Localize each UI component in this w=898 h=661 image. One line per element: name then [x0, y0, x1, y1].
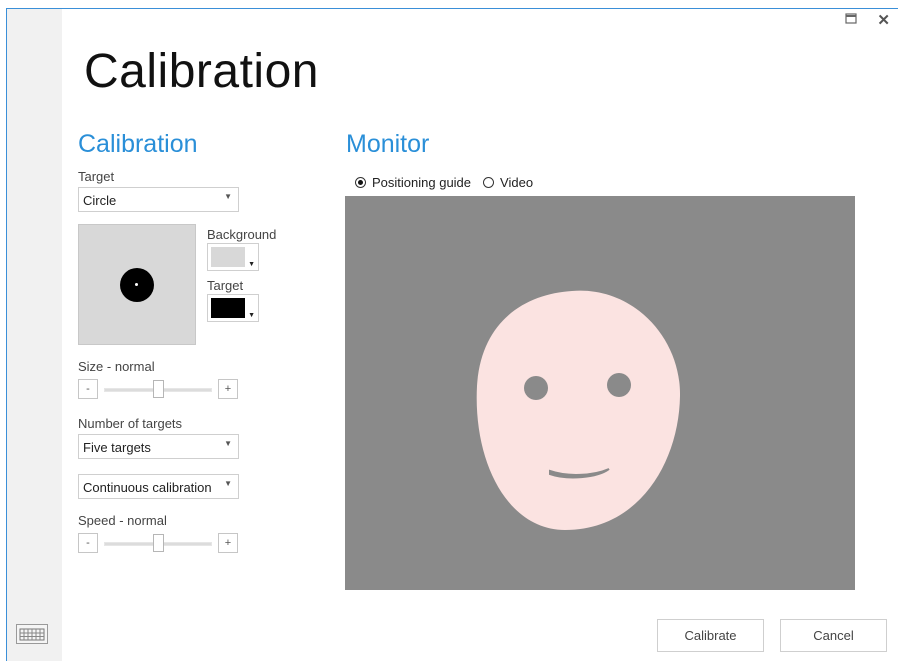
- background-label: Background: [207, 227, 277, 242]
- speed-slider-thumb[interactable]: [152, 534, 164, 552]
- chevron-down-icon: ▼: [248, 312, 255, 319]
- calibration-mode-dropdown[interactable]: Continuous calibration ▼: [78, 474, 239, 499]
- background-color-picker[interactable]: ▼: [207, 243, 259, 271]
- radio-positioning-guide-label: Positioning guide: [372, 175, 472, 190]
- positioning-guide-face: [476, 290, 681, 530]
- radio-video[interactable]: Video: [483, 175, 533, 190]
- target-dropdown-value: Circle: [83, 193, 117, 208]
- right-eye: [607, 373, 631, 397]
- target-preview: [78, 224, 196, 345]
- background-swatch: [211, 247, 245, 267]
- target-label: Target: [78, 169, 115, 184]
- speed-slider[interactable]: - +: [78, 533, 238, 553]
- target-swatch: [211, 298, 245, 318]
- cancel-button[interactable]: Cancel: [780, 619, 887, 652]
- radio-positioning-guide[interactable]: Positioning guide: [355, 175, 471, 190]
- radio-unselected-icon: [483, 177, 495, 188]
- left-eye: [524, 376, 548, 400]
- maximize-icon[interactable]: [845, 12, 858, 30]
- size-slider-thumb[interactable]: [152, 380, 164, 398]
- target-circle: [120, 268, 154, 302]
- calibrate-button[interactable]: Calibrate: [657, 619, 764, 652]
- speed-increase-button[interactable]: +: [218, 533, 238, 553]
- chevron-down-icon: ▼: [224, 439, 232, 448]
- window-controls: ✕: [845, 12, 890, 30]
- radio-video-label: Video: [500, 175, 534, 190]
- number-of-targets-label: Number of targets: [78, 416, 183, 431]
- chevron-down-icon: ▼: [248, 261, 255, 268]
- calibration-mode-value: Continuous calibration: [83, 480, 212, 495]
- page-title: Calibration: [84, 45, 319, 98]
- number-of-targets-value: Five targets: [83, 440, 151, 455]
- radio-selected-icon: [355, 177, 366, 188]
- target-color-label: Target: [207, 278, 244, 293]
- target-color-picker[interactable]: ▼: [207, 294, 259, 322]
- monitor-heading: Monitor: [346, 130, 430, 158]
- chevron-down-icon: ▼: [224, 479, 232, 488]
- calibration-heading: Calibration: [78, 130, 198, 158]
- size-decrease-button[interactable]: -: [78, 379, 98, 399]
- size-label: Size - normal: [78, 359, 155, 374]
- speed-label: Speed - normal: [78, 513, 167, 528]
- number-of-targets-dropdown[interactable]: Five targets ▼: [78, 434, 239, 459]
- monitor-preview: [345, 196, 855, 590]
- size-slider[interactable]: - +: [78, 379, 238, 399]
- keyboard-button[interactable]: [16, 624, 48, 644]
- left-rail: [7, 9, 62, 661]
- chevron-down-icon: ▼: [224, 192, 232, 201]
- size-increase-button[interactable]: +: [218, 379, 238, 399]
- close-icon[interactable]: ✕: [877, 12, 890, 30]
- speed-decrease-button[interactable]: -: [78, 533, 98, 553]
- keyboard-icon: [19, 628, 45, 641]
- monitor-mode-radio-group: Positioning guide Video: [355, 175, 545, 190]
- target-dropdown[interactable]: Circle ▼: [78, 187, 239, 212]
